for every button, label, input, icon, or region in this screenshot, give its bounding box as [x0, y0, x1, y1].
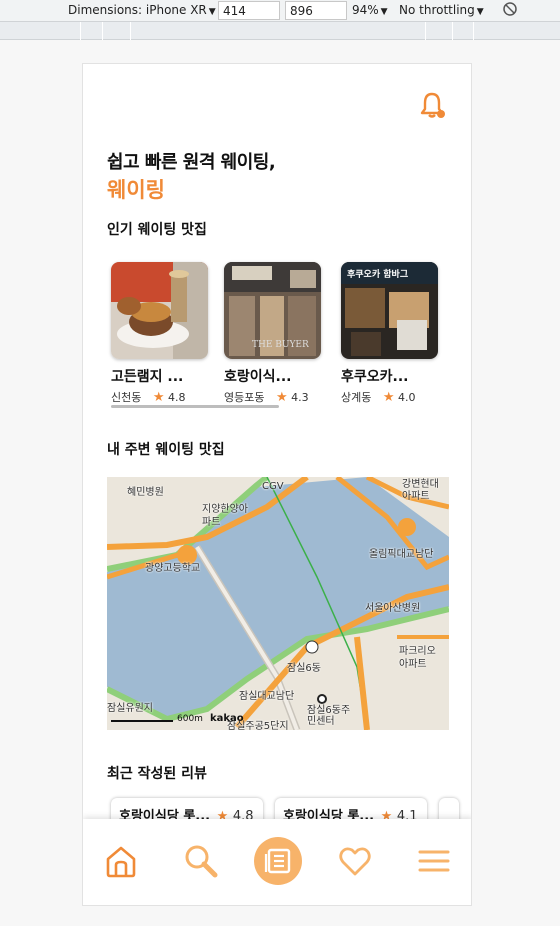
photo-watermark: THE BUYER	[252, 340, 309, 350]
restaurant-name: 고든램지 ...	[111, 369, 184, 385]
search-icon[interactable]	[179, 839, 223, 883]
restaurant-name: 후쿠오카...	[341, 369, 409, 385]
map-label: 혜민병원	[127, 487, 164, 498]
restaurant-card[interactable]: 후쿠오카 함바그 후쿠오카... 상계동 ★ 4.0	[341, 262, 438, 405]
popular-restaurant-list: 고든램지 ... 신천동 ★ 4.8 THE BUYER 호랑이식... 영등포…	[107, 262, 447, 412]
shop-sign: 후쿠오카 함바그	[347, 270, 409, 280]
zoom-dropdown[interactable]: 94% ▼	[352, 3, 388, 17]
map-label: 잠실6동주민센터	[307, 705, 351, 727]
map-label: 잠실유원지	[107, 703, 153, 714]
height-input[interactable]: 896	[285, 1, 347, 20]
map-label: 잠실대교남단	[239, 691, 295, 702]
map-label: 올림픽대교남단	[369, 549, 434, 560]
popular-section-title: 인기 웨이팅 맛집	[107, 222, 207, 238]
map-label: 강변현대아파트	[402, 479, 439, 502]
devtools-toolbar: Dimensions: iPhone XR▼ 414 × 896 94%▼ No…	[0, 0, 560, 22]
restaurant-rating: 4.8	[168, 391, 186, 404]
map-label: 잠실6동	[287, 663, 321, 674]
restaurant-meta: 상계동 ★ 4.0	[341, 389, 438, 405]
restaurant-meta: 신천동 ★ 4.8	[111, 389, 208, 405]
bottom-navigation	[83, 819, 471, 905]
map-label: 지양한양아파트	[202, 504, 248, 528]
restaurant-photo	[111, 262, 208, 359]
throttle-dropdown[interactable]: No throttling ▼	[399, 3, 484, 17]
restaurant-card[interactable]: THE BUYER 호랑이식... 영등포동 ★ 4.3	[224, 262, 321, 405]
restaurant-rating: 4.0	[398, 391, 416, 404]
restaurant-card[interactable]: 고든램지 ... 신천동 ★ 4.8	[111, 262, 208, 405]
restaurant-area: 상계동	[341, 391, 372, 404]
restaurant-meta: 영등포동 ★ 4.3	[224, 389, 321, 405]
recent-reviews-title: 최근 작성된 리뷰	[107, 766, 207, 782]
rotate-icon[interactable]	[502, 1, 518, 20]
headline: 쉽고 빠른 원격 웨이팅,	[107, 152, 276, 173]
map-scale: 600m	[177, 714, 203, 724]
restaurant-area: 신천동	[111, 391, 142, 404]
heart-icon[interactable]	[333, 839, 377, 883]
home-icon[interactable]	[99, 839, 143, 883]
device-dropdown[interactable]: Dimensions: iPhone XR ▼	[68, 3, 216, 17]
restaurant-photo: THE BUYER	[224, 262, 321, 359]
bell-icon[interactable]	[417, 90, 447, 120]
brand-name: 웨이링	[107, 178, 165, 202]
list-icon[interactable]	[254, 837, 302, 885]
width-input[interactable]: 414	[218, 1, 280, 20]
map-label: 서울아산병원	[365, 603, 421, 614]
map-label: 파크리오아파트	[399, 646, 436, 670]
menu-icon[interactable]	[412, 839, 456, 883]
restaurant-photo: 후쿠오카 함바그	[341, 262, 438, 359]
star-icon: ★	[152, 390, 165, 405]
restaurant-area: 영등포동	[224, 391, 265, 404]
nearby-map[interactable]: 혜민병원 CGV 강변현대아파트 지양한양아파트 광양고등학교 올림픽대교남단 …	[107, 477, 449, 730]
nearby-section-title: 내 주변 웨이팅 맛집	[107, 442, 225, 458]
horizontal-scrollbar[interactable]	[111, 405, 279, 408]
media-query-ruler	[0, 22, 560, 40]
phone-viewport: 쉽고 빠른 원격 웨이팅, 웨이링 인기 웨이팅 맛집 고든램지 ... 신천동…	[82, 63, 472, 906]
restaurant-rating: 4.3	[291, 391, 309, 404]
star-icon: ★	[275, 390, 288, 405]
star-icon: ★	[382, 390, 395, 405]
map-label: 광양고등학교	[145, 563, 201, 574]
restaurant-name: 호랑이식...	[224, 369, 292, 385]
map-label: CGV	[262, 481, 284, 492]
kakao-logo: kakao	[210, 713, 244, 724]
